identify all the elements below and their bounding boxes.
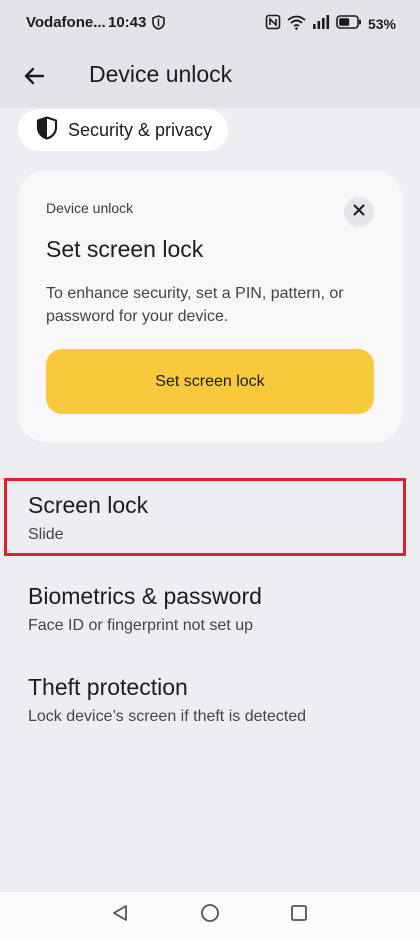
shield-status-icon bbox=[152, 15, 165, 35]
back-button[interactable] bbox=[16, 60, 52, 96]
card-eyebrow: Device unlock bbox=[46, 200, 134, 216]
set-screen-lock-card: Device unlock Set screen lock To enhance… bbox=[18, 170, 402, 442]
status-bar: Vodafone... 10:43 53% bbox=[0, 0, 420, 50]
list-item-biometrics-password[interactable]: Biometrics & password Face ID or fingerp… bbox=[0, 583, 420, 639]
clock: 10:43 bbox=[108, 14, 147, 31]
list-item-title: Biometrics & password bbox=[28, 583, 262, 609]
wifi-icon bbox=[287, 15, 306, 33]
nav-recents-button[interactable] bbox=[288, 904, 310, 926]
app-bar: Device unlock bbox=[0, 50, 420, 108]
list-item-subtitle: Face ID or fingerprint not set up bbox=[28, 617, 253, 634]
highlight-box bbox=[4, 478, 406, 556]
close-icon bbox=[353, 203, 365, 221]
status-icons: 53% bbox=[265, 14, 396, 33]
carrier-name: Vodafone... bbox=[26, 14, 106, 31]
arrow-left-icon bbox=[23, 65, 45, 92]
close-card-button[interactable] bbox=[344, 197, 374, 227]
set-screen-lock-button[interactable]: Set screen lock bbox=[46, 349, 374, 414]
list-item-theft-protection[interactable]: Theft protection Lock device’s screen if… bbox=[0, 674, 420, 730]
shield-icon bbox=[36, 115, 58, 145]
page-title: Device unlock bbox=[89, 61, 233, 87]
signal-icon bbox=[312, 15, 330, 32]
square-recents-icon bbox=[290, 904, 308, 927]
system-navigation-bar bbox=[0, 892, 420, 938]
card-description: To enhance security, set a PIN, pattern,… bbox=[46, 285, 344, 325]
list-item-title: Theft protection bbox=[28, 674, 188, 700]
nav-home-button[interactable] bbox=[199, 903, 221, 928]
list-item-subtitle: Lock device’s screen if theft is detecte… bbox=[28, 708, 307, 725]
breadcrumb-label: Security & privacy bbox=[68, 119, 213, 140]
triangle-back-icon bbox=[111, 904, 129, 927]
battery-percent: 53% bbox=[367, 15, 396, 32]
card-title: Set screen lock bbox=[46, 236, 204, 262]
nav-back-button[interactable] bbox=[109, 904, 131, 926]
breadcrumb-security-privacy[interactable]: Security & privacy bbox=[18, 109, 229, 151]
circle-home-icon bbox=[200, 903, 220, 928]
nfc-icon bbox=[265, 14, 281, 33]
battery-icon bbox=[336, 15, 362, 32]
